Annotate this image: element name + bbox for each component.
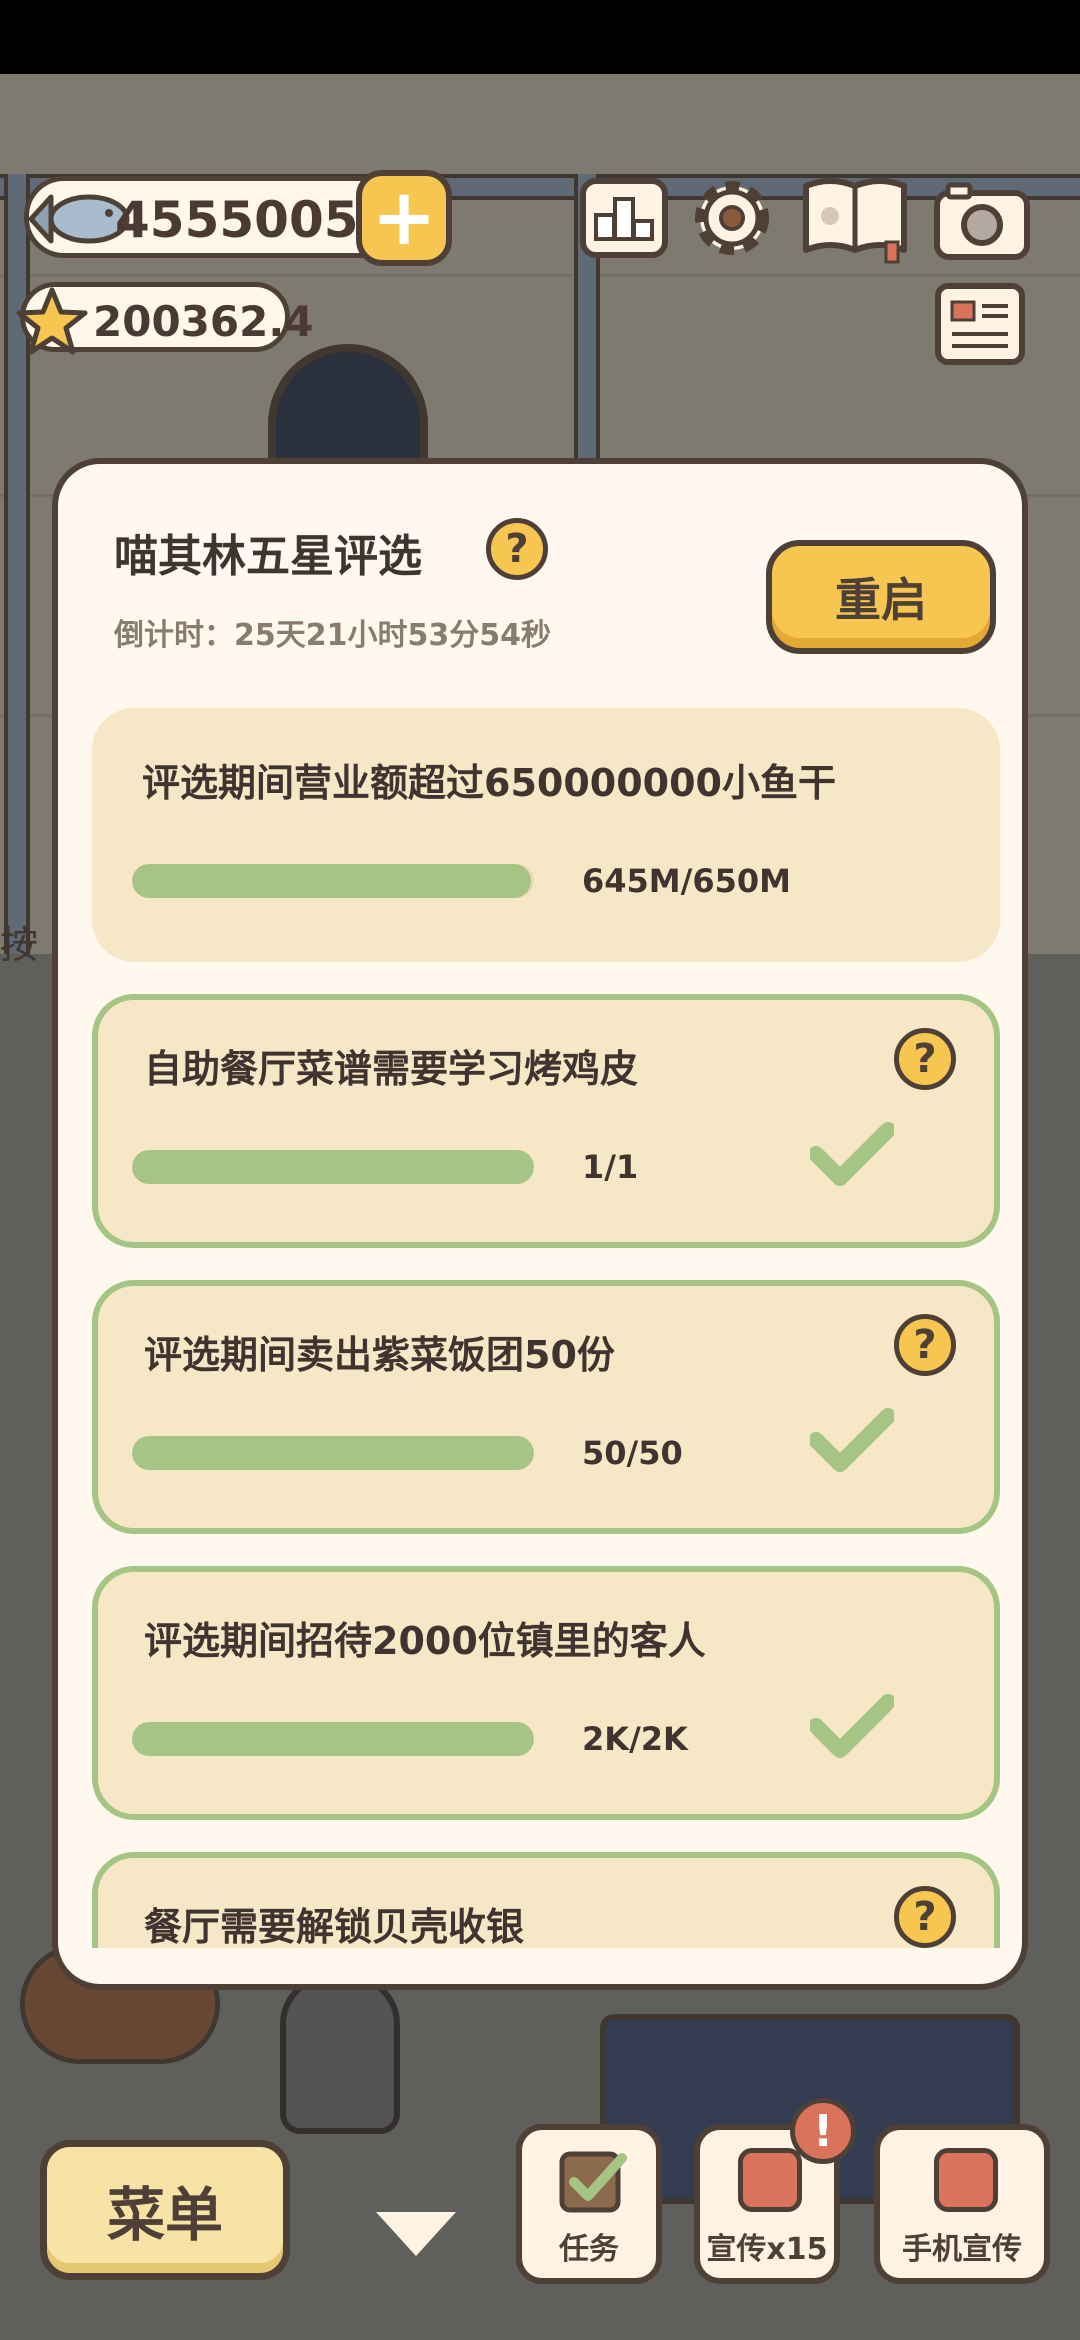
task-help-button[interactable]: ? [894, 1886, 956, 1948]
task-label: 评选期间营业额超过650000000小鱼干 [142, 761, 836, 805]
progress-text: 50/50 [582, 1434, 683, 1472]
task-help-button[interactable]: ? [894, 1314, 956, 1376]
star-count: 200362.4 [93, 297, 314, 346]
ranking-button[interactable] [576, 170, 672, 266]
status-bar [0, 0, 1080, 74]
checkmark-icon [810, 1122, 894, 1186]
question-mark-icon: ? [486, 518, 548, 580]
task-label: 餐厅需要解锁贝壳收银 [144, 1905, 525, 1948]
title-help-button[interactable]: ? [486, 518, 548, 580]
progress-bar [132, 864, 534, 898]
checklist-icon [559, 2151, 627, 2213]
progress-fill [132, 1722, 534, 1756]
task-item: 自助餐厅菜谱需要学习烤鸡皮 ? 1/1 [92, 994, 1000, 1248]
restart-button[interactable]: 重启 [766, 540, 996, 654]
progress-text: 645M/650M [582, 862, 791, 900]
newspaper-icon [935, 283, 1025, 365]
star-icon [15, 285, 89, 359]
checkmark-icon [810, 1408, 894, 1472]
star-currency: 200362.4 [16, 282, 314, 355]
checkmark-icon [810, 1694, 894, 1758]
phone-promotion-icon [934, 2148, 998, 2212]
add-fish-button[interactable]: + [356, 170, 452, 266]
progress-bar [132, 1436, 534, 1470]
alert-badge-icon: ! [790, 2098, 856, 2164]
newspaper-button[interactable] [930, 276, 1030, 372]
menu-button[interactable]: 菜单 [40, 2140, 290, 2280]
phone-promotion-button[interactable]: 手机宣传 [874, 2124, 1050, 2284]
progress-fill [132, 1150, 534, 1184]
task-label: 评选期间招待2000位镇里的客人 [144, 1619, 706, 1663]
tasks-label: 任务 [559, 2232, 619, 2267]
fish-count: 4555005 [115, 191, 359, 249]
progress-text: 2K/2K [582, 1720, 688, 1758]
paw-book-icon [803, 178, 907, 264]
task-label: 自助餐厅菜谱需要学习烤鸡皮 [144, 1047, 639, 1091]
cat-book-button[interactable] [800, 170, 910, 266]
countdown-timer: 倒计时：25天21小时53分54秒 [114, 618, 551, 653]
collapse-caret-icon[interactable] [376, 2212, 456, 2256]
promotion-icon [738, 2148, 802, 2212]
promotion-label: 宣传x15 [706, 2232, 828, 2267]
progress-fill [132, 864, 531, 898]
phone-promotion-label: 手机宣传 [902, 2232, 1022, 2267]
progress-text: 1/1 [582, 1148, 639, 1186]
task-list[interactable]: 评选期间营业额超过650000000小鱼干 645M/650M 自助餐厅菜谱需要… [92, 708, 1000, 1948]
plus-icon: + [371, 173, 437, 263]
task-item: 餐厅需要解锁贝壳收银 ? [92, 1852, 1000, 1948]
camera-icon [934, 182, 1030, 260]
task-label: 评选期间卖出紫菜饭团50份 [144, 1333, 615, 1377]
dialog-title: 喵其林五星评选 [114, 531, 422, 582]
progress-bar [132, 1150, 534, 1184]
task-item: 评选期间招待2000位镇里的客人 2K/2K [92, 1566, 1000, 1820]
progress-bar [132, 1722, 534, 1756]
ranking-icon [580, 178, 668, 258]
settings-gear-icon [695, 181, 769, 255]
task-help-button[interactable]: ? [894, 1028, 956, 1090]
camera-button[interactable] [932, 172, 1032, 268]
progress-fill [132, 1436, 534, 1470]
settings-button[interactable] [684, 170, 780, 266]
tasks-button[interactable]: 任务 [516, 2124, 662, 2284]
michelin-rating-dialog: 喵其林五星评选 ? 倒计时：25天21小时53分54秒 重启 评选期间营业额超过… [52, 458, 1028, 1990]
task-item: 评选期间营业额超过650000000小鱼干 645M/650M [92, 708, 1000, 962]
task-item: 评选期间卖出紫菜饭团50份 ? 50/50 [92, 1280, 1000, 1534]
